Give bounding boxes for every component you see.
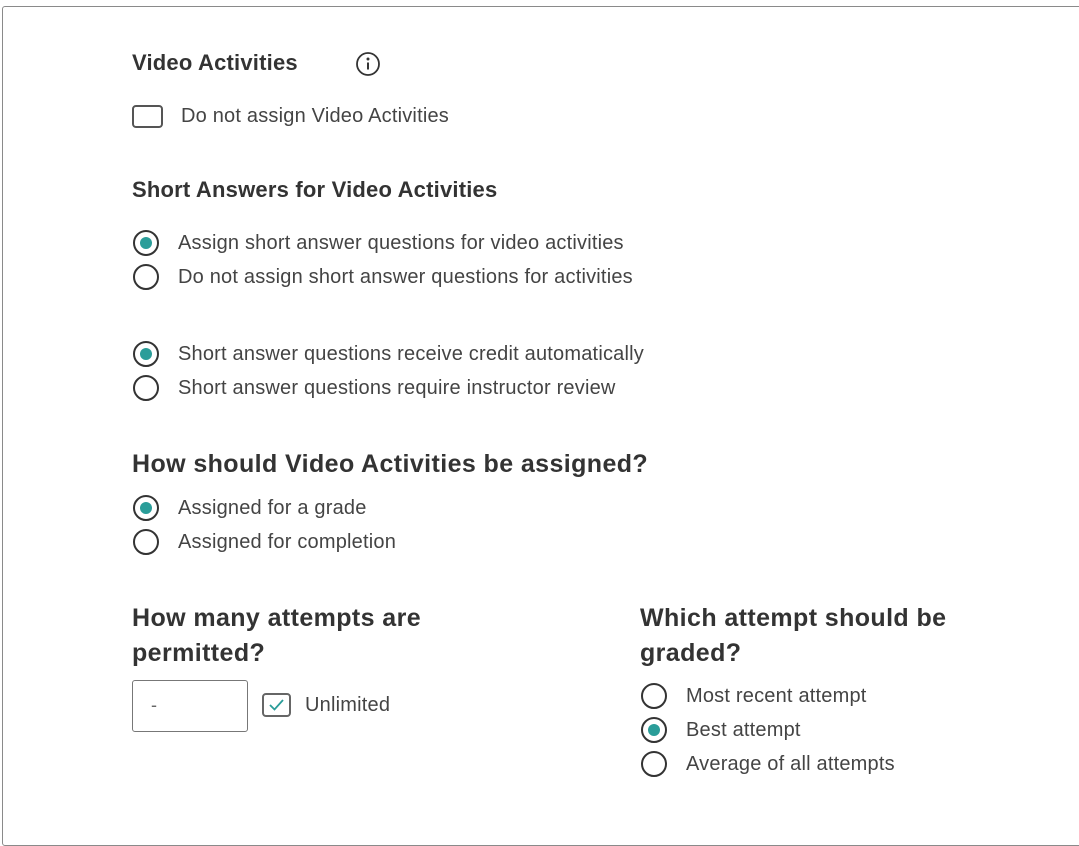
attempts-heading: How many attempts are permitted? (132, 601, 421, 671)
radio-instructor-review[interactable] (133, 375, 159, 401)
radio-option-assign-short-answers[interactable]: Assign short answer questions for video … (133, 228, 624, 258)
radio-label: Most recent attempt (686, 684, 867, 707)
radio-average-attempts[interactable] (641, 751, 667, 777)
radio-credit-automatically[interactable] (133, 341, 159, 367)
unlimited-checkbox[interactable] (262, 693, 291, 717)
graded-attempt-heading-line1: Which attempt should be (640, 604, 947, 632)
info-icon[interactable] (355, 51, 383, 82)
radio-option-do-not-assign-short-answers[interactable]: Do not assign short answer questions for… (133, 262, 633, 292)
radio-assign-short-answers[interactable] (133, 230, 159, 256)
unlimited-label: Unlimited (305, 693, 391, 716)
short-answers-heading: Short Answers for Video Activities (132, 177, 498, 202)
do-not-assign-video-activities-checkbox[interactable] (132, 104, 163, 128)
checkmark-icon (269, 699, 284, 711)
radio-assigned-for-grade[interactable] (133, 495, 159, 521)
radio-label: Short answer questions receive credit au… (178, 342, 644, 365)
radio-option-most-recent-attempt[interactable]: Most recent attempt (641, 681, 867, 711)
radio-label: Do not assign short answer questions for… (178, 265, 633, 288)
attempts-heading-line1: How many attempts are (132, 604, 422, 632)
radio-label: Assigned for completion (178, 530, 397, 553)
radio-most-recent-attempt[interactable] (641, 683, 667, 709)
radio-do-not-assign-short-answers[interactable] (133, 264, 159, 290)
radio-option-instructor-review[interactable]: Short answer questions require instructo… (133, 373, 616, 403)
radio-best-attempt[interactable] (641, 717, 667, 743)
attempts-input[interactable]: - (132, 680, 248, 732)
assignment-heading: How should Video Activities be assigned? (132, 450, 649, 478)
radio-label: Short answer questions require instructo… (178, 376, 616, 399)
radio-label: Assigned for a grade (178, 496, 367, 519)
attempts-heading-line2: permitted? (132, 639, 266, 667)
radio-label: Best attempt (686, 718, 801, 741)
radio-label: Average of all attempts (686, 752, 895, 775)
radio-assigned-for-completion[interactable] (133, 529, 159, 555)
radio-option-assigned-for-grade[interactable]: Assigned for a grade (133, 493, 367, 523)
video-activities-heading: Video Activities (132, 50, 298, 75)
radio-label: Assign short answer questions for video … (178, 231, 624, 254)
graded-attempt-heading-line2: graded? (640, 639, 742, 667)
radio-option-credit-automatically[interactable]: Short answer questions receive credit au… (133, 339, 644, 369)
radio-option-best-attempt[interactable]: Best attempt (641, 715, 801, 745)
unlimited-option[interactable]: Unlimited (262, 690, 390, 720)
graded-attempt-heading: Which attempt should be graded? (640, 601, 946, 671)
do-not-assign-video-activities-option[interactable]: Do not assign Video Activities (132, 101, 449, 131)
radio-option-assigned-for-completion[interactable]: Assigned for completion (133, 527, 396, 557)
radio-option-average-attempts[interactable]: Average of all attempts (641, 749, 895, 779)
do-not-assign-video-activities-label: Do not assign Video Activities (181, 104, 450, 127)
